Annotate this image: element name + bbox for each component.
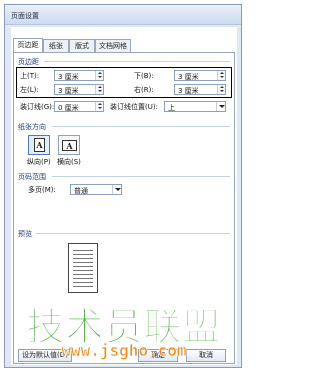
portrait-button[interactable]: A	[28, 135, 50, 155]
margins-separator	[44, 61, 230, 62]
landscape-button[interactable]: A	[58, 135, 80, 155]
orientation-section-label: 纸张方向	[18, 123, 46, 131]
orientation-separator	[52, 126, 230, 127]
landscape-page-icon: A	[62, 140, 77, 151]
multiple-pages-select[interactable]: 普通	[70, 184, 122, 195]
spinner-arrows-icon[interactable]	[95, 71, 103, 80]
multiple-pages-label: 多页(M):	[28, 186, 56, 194]
gutter-position-label: 装订线位置(U):	[110, 103, 158, 111]
portrait-label: 纵向(P)	[27, 158, 51, 166]
top-margin-label: 上(T):	[20, 72, 40, 80]
right-margin-value: 3 厘米	[178, 87, 199, 95]
top-margin-field[interactable]: 3 厘米	[54, 70, 104, 81]
bottom-margin-field[interactable]: 3 厘米	[174, 70, 226, 81]
portrait-page-icon: A	[34, 138, 45, 152]
bottom-margin-value: 3 厘米	[178, 73, 199, 81]
gutter-field[interactable]: 0 厘米	[54, 101, 104, 112]
spinner-arrows-icon[interactable]	[95, 102, 103, 111]
left-margin-value: 3 厘米	[58, 87, 79, 95]
preview-page-image	[68, 243, 98, 293]
left-margin-label: 左(L):	[20, 86, 39, 94]
chevron-down-icon[interactable]	[216, 102, 225, 111]
left-margin-field[interactable]: 3 厘米	[54, 84, 104, 95]
right-margin-field[interactable]: 3 厘米	[174, 84, 226, 95]
title-bar[interactable]: 页面设置	[5, 5, 241, 25]
right-margin-label: 右(R):	[134, 86, 154, 94]
preview-separator	[36, 233, 230, 234]
tab-layout[interactable]: 版式	[69, 39, 95, 52]
gutter-position-select[interactable]: 上	[164, 101, 226, 112]
tab-document-grid[interactable]: 文档网格	[95, 39, 131, 52]
pages-separator	[52, 176, 230, 177]
margins-section-label: 页边距	[18, 58, 39, 66]
gutter-label: 装订线(G):	[20, 103, 55, 111]
tab-paper[interactable]: 纸张	[43, 39, 69, 52]
multiple-pages-value: 普通	[74, 187, 88, 195]
watermark-url: www.jsgho.com	[61, 341, 187, 361]
gutter-position-value: 上	[168, 104, 175, 112]
bottom-margin-label: 下(B):	[134, 72, 154, 80]
preview-section-label: 预览	[18, 230, 32, 238]
landscape-label: 横向(S)	[57, 158, 81, 166]
spinner-arrows-icon[interactable]	[95, 85, 103, 94]
chevron-down-icon[interactable]	[112, 185, 121, 194]
spinner-arrows-icon[interactable]	[217, 85, 225, 94]
gutter-value: 0 厘米	[58, 104, 79, 112]
spinner-arrows-icon[interactable]	[217, 71, 225, 80]
tab-margins[interactable]: 页边距	[13, 38, 43, 52]
top-margin-value: 3 厘米	[58, 73, 79, 81]
dialog-title: 页面设置	[11, 12, 39, 20]
pages-section-label: 页码范围	[18, 173, 46, 181]
